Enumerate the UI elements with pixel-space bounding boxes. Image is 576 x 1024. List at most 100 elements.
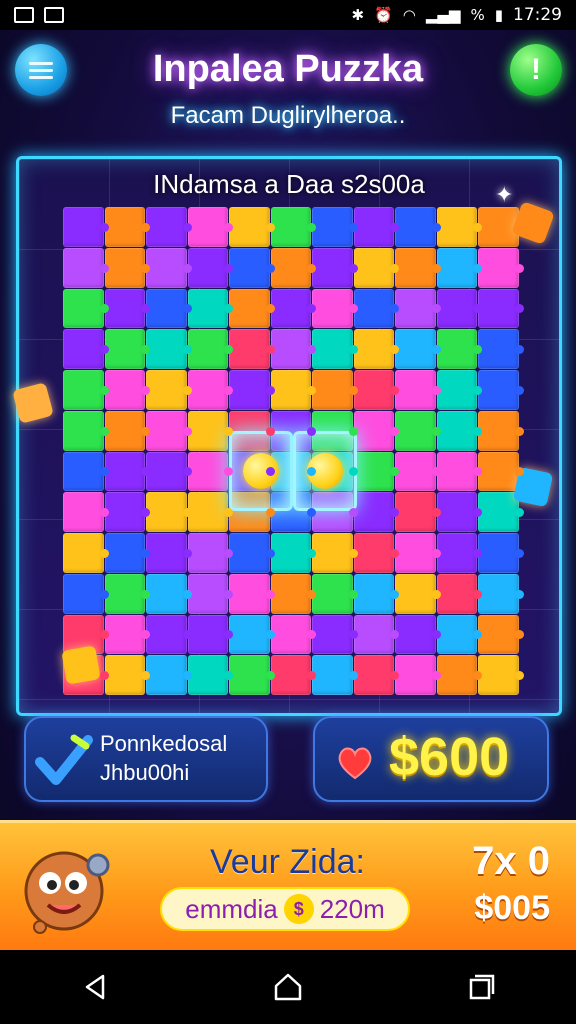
puzzle-piece[interactable] — [229, 533, 275, 573]
puzzle-piece[interactable] — [395, 573, 441, 614]
puzzle-piece[interactable] — [436, 410, 482, 451]
puzzle-piece[interactable] — [187, 288, 233, 329]
puzzle-piece[interactable] — [146, 655, 192, 695]
puzzle-piece[interactable] — [478, 655, 524, 695]
puzzle-piece[interactable] — [229, 573, 275, 614]
puzzle-piece[interactable] — [104, 573, 150, 614]
puzzle-piece[interactable] — [353, 533, 399, 573]
puzzle-piece[interactable] — [187, 207, 233, 247]
puzzle-piece[interactable] — [395, 533, 441, 573]
puzzle-piece[interactable] — [353, 573, 399, 614]
puzzle-piece[interactable] — [353, 247, 399, 288]
puzzle-piece[interactable] — [270, 533, 316, 573]
puzzle-piece[interactable] — [353, 288, 399, 329]
puzzle-piece[interactable] — [146, 207, 192, 247]
puzzle-piece[interactable] — [478, 492, 524, 532]
back-button[interactable] — [66, 962, 126, 1012]
puzzle-piece[interactable] — [395, 492, 441, 532]
puzzle-piece[interactable] — [436, 573, 482, 614]
puzzle-piece[interactable] — [63, 370, 109, 410]
home-button[interactable] — [258, 962, 318, 1012]
recents-button[interactable] — [450, 962, 510, 1012]
highlight-tile-left[interactable] — [229, 431, 293, 511]
puzzle-piece[interactable] — [436, 288, 482, 329]
puzzle-piece[interactable] — [436, 492, 482, 532]
puzzle-piece[interactable] — [104, 533, 150, 573]
puzzle-piece[interactable] — [478, 329, 524, 369]
puzzle-piece[interactable] — [395, 370, 441, 410]
puzzle-piece[interactable] — [395, 247, 441, 288]
puzzle-piece[interactable] — [270, 329, 316, 369]
puzzle-piece[interactable] — [63, 451, 109, 492]
puzzle-piece[interactable] — [229, 247, 275, 288]
puzzle-piece[interactable] — [436, 207, 482, 247]
puzzle-piece[interactable] — [187, 533, 233, 573]
puzzle-piece[interactable] — [104, 655, 150, 695]
puzzle-piece[interactable] — [146, 247, 192, 288]
puzzle-piece[interactable] — [187, 655, 233, 695]
puzzle-piece[interactable] — [146, 288, 192, 329]
puzzle-piece[interactable] — [104, 370, 150, 410]
puzzle-piece[interactable] — [353, 492, 399, 532]
completed-card[interactable]: Ponnkedosal Jhbu00hi — [24, 716, 268, 802]
puzzle-piece[interactable] — [353, 207, 399, 247]
puzzle-piece[interactable] — [187, 451, 233, 492]
puzzle-piece[interactable] — [478, 410, 524, 451]
puzzle-piece[interactable] — [63, 247, 109, 288]
puzzle-piece[interactable] — [312, 207, 358, 247]
puzzle-piece[interactable] — [104, 451, 150, 492]
puzzle-piece[interactable] — [229, 207, 275, 247]
puzzle-piece[interactable] — [104, 492, 150, 532]
puzzle-piece[interactable] — [146, 614, 192, 655]
puzzle-piece[interactable] — [395, 655, 441, 695]
puzzle-piece[interactable] — [146, 329, 192, 369]
puzzle-piece[interactable] — [146, 533, 192, 573]
puzzle-piece[interactable] — [229, 655, 275, 695]
puzzle-piece[interactable] — [312, 329, 358, 369]
puzzle-piece[interactable] — [187, 370, 233, 410]
puzzle-piece[interactable] — [395, 451, 441, 492]
puzzle-piece[interactable] — [395, 410, 441, 451]
puzzle-piece[interactable] — [478, 288, 524, 329]
puzzle-piece[interactable] — [436, 655, 482, 695]
puzzle-piece[interactable] — [229, 370, 275, 410]
highlight-tile-right[interactable] — [293, 431, 357, 511]
puzzle-piece[interactable] — [312, 614, 358, 655]
puzzle-piece[interactable] — [436, 451, 482, 492]
puzzle-piece[interactable] — [146, 492, 192, 532]
puzzle-piece[interactable] — [270, 288, 316, 329]
puzzle-piece[interactable] — [436, 533, 482, 573]
puzzle-piece[interactable] — [104, 329, 150, 369]
puzzle-piece[interactable] — [187, 614, 233, 655]
puzzle-piece[interactable] — [353, 614, 399, 655]
alert-button[interactable]: ! — [510, 44, 562, 96]
puzzle-piece[interactable] — [353, 655, 399, 695]
puzzle-piece[interactable] — [63, 410, 109, 451]
puzzle-piece[interactable] — [312, 288, 358, 329]
puzzle-piece[interactable] — [312, 533, 358, 573]
loose-piece[interactable] — [61, 645, 101, 685]
puzzle-piece[interactable] — [270, 247, 316, 288]
score-card[interactable]: $600 — [313, 716, 549, 802]
puzzle-piece[interactable] — [353, 370, 399, 410]
puzzle-piece[interactable] — [353, 329, 399, 369]
puzzle-piece[interactable] — [395, 329, 441, 369]
puzzle-piece[interactable] — [436, 247, 482, 288]
puzzle-piece[interactable] — [229, 614, 275, 655]
puzzle-piece[interactable] — [63, 533, 109, 573]
puzzle-piece[interactable] — [395, 614, 441, 655]
puzzle-piece[interactable] — [146, 573, 192, 614]
puzzle-piece[interactable] — [270, 207, 316, 247]
puzzle-piece[interactable] — [63, 573, 109, 614]
puzzle-piece[interactable] — [104, 247, 150, 288]
puzzle-piece[interactable] — [478, 614, 524, 655]
puzzle-piece[interactable] — [312, 370, 358, 410]
puzzle-piece[interactable] — [187, 410, 233, 451]
reward-banner[interactable]: Veur Zida: emmdia $ 220m 7x 0 $005 — [0, 820, 576, 950]
puzzle-piece[interactable] — [478, 451, 524, 492]
puzzle-piece[interactable] — [436, 370, 482, 410]
promo-pill[interactable]: emmdia $ 220m — [160, 887, 410, 931]
puzzle-piece[interactable] — [270, 655, 316, 695]
puzzle-piece[interactable] — [63, 329, 109, 369]
puzzle-piece[interactable] — [187, 329, 233, 369]
